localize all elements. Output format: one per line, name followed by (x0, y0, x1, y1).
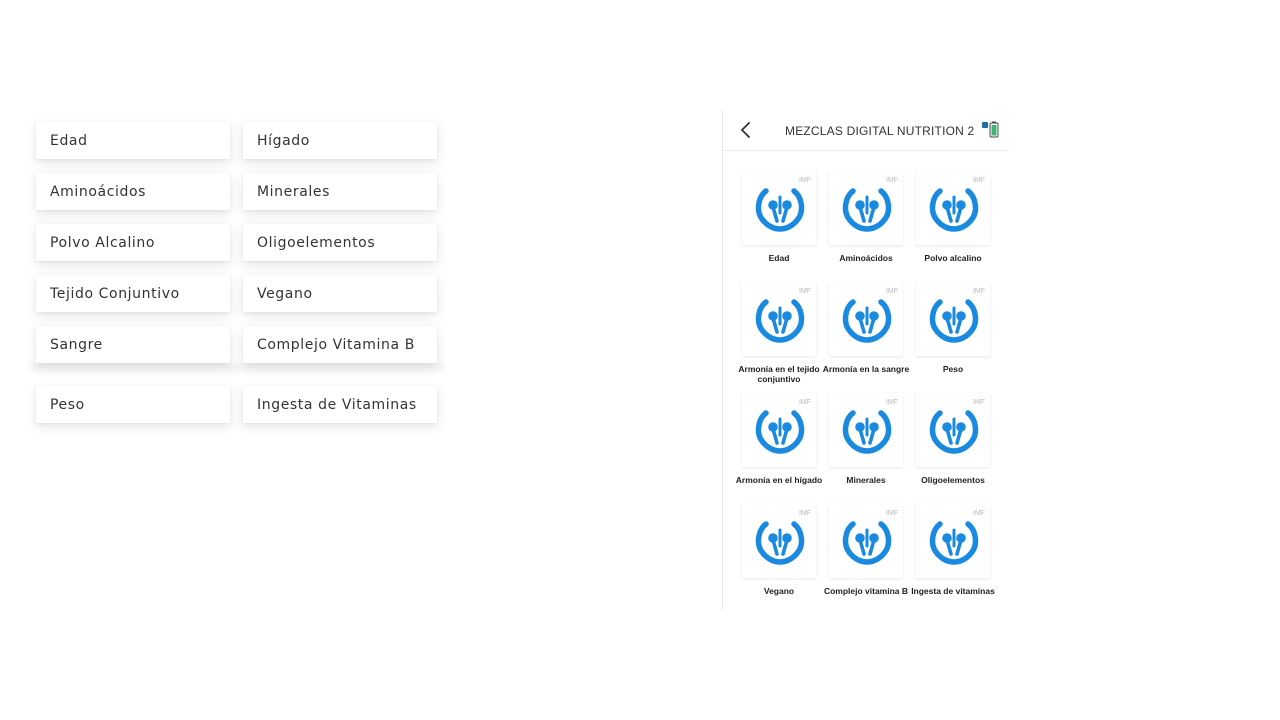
product-card[interactable]: IMF (829, 282, 903, 356)
product-label: Ingesta de vitaminas (911, 586, 995, 596)
battery-icon[interactable] (981, 119, 1001, 139)
product-tile[interactable]: IMF Peso (902, 282, 990, 393)
product-card[interactable]: IMF (742, 504, 816, 578)
product-logo-icon (755, 299, 805, 343)
button-polvo-alcalino[interactable]: Polvo Alcalino (36, 224, 230, 261)
product-logo-icon (755, 521, 805, 565)
app-header: MEZCLAS DIGITAL NUTRITION 2 (723, 110, 1009, 151)
product-tile[interactable]: IMF Oligoelementos (902, 393, 990, 504)
product-card[interactable]: IMF (829, 393, 903, 467)
button-edad[interactable]: Edad (36, 122, 230, 159)
button-complejo-vitamina-b[interactable]: Complejo Vitamina B (243, 326, 437, 363)
product-tile[interactable]: IMF Ingesta de vitaminas (902, 504, 995, 610)
product-logo-icon (842, 410, 892, 454)
product-logo-icon (755, 188, 805, 232)
product-card[interactable]: IMF (916, 171, 990, 245)
product-tile[interactable]: IMF Armonía en el hígado (728, 393, 822, 504)
product-card[interactable]: IMF (916, 282, 990, 356)
button-sangre[interactable]: Sangre (36, 326, 230, 363)
button-minerales[interactable]: Minerales (243, 173, 437, 210)
product-logo-icon (842, 521, 892, 565)
button-oligoelementos[interactable]: Oligoelementos (243, 224, 437, 261)
product-tile[interactable]: IMF Minerales (815, 393, 903, 504)
product-tile[interactable]: IMF Complejo vitamina B (815, 504, 908, 610)
product-logo-icon (929, 410, 979, 454)
divider-shadow (30, 364, 444, 376)
product-card[interactable]: IMF (916, 504, 990, 578)
product-card[interactable]: IMF (742, 393, 816, 467)
button-vegano[interactable]: Vegano (243, 275, 437, 312)
button-higado[interactable]: Hígado (243, 122, 437, 159)
product-card[interactable]: IMF (916, 393, 990, 467)
product-tile[interactable]: IMF Polvo alcalino (902, 171, 990, 282)
product-logo-icon (929, 188, 979, 232)
button-tejido-conjuntivo[interactable]: Tejido Conjuntivo (36, 275, 230, 312)
product-tile[interactable]: IMF Aminoácidos (815, 171, 903, 282)
chevron-left-icon[interactable] (739, 121, 753, 139)
product-logo-icon (842, 188, 892, 232)
product-card[interactable]: IMF (742, 282, 816, 356)
product-label: Peso (942, 364, 964, 374)
product-tile[interactable]: IMF Edad (728, 171, 816, 282)
product-tile[interactable]: IMF Armonía en la sangre (815, 282, 909, 393)
product-card[interactable]: IMF (829, 504, 903, 578)
product-card[interactable]: IMF (829, 171, 903, 245)
page-title: MEZCLAS DIGITAL NUTRITION 2 (785, 124, 975, 138)
button-peso[interactable]: Peso (36, 386, 230, 423)
product-tile[interactable]: IMF Vegano (728, 504, 816, 610)
button-aminoacidos[interactable]: Aminoácidos (36, 173, 230, 210)
product-label: Oligoelementos (921, 475, 985, 485)
product-logo-icon (929, 299, 979, 343)
product-logo-icon (929, 521, 979, 565)
product-tile[interactable]: IMF Armonía en el tejido conjuntivo (728, 282, 820, 393)
button-ingesta-de-vitaminas[interactable]: Ingesta de Vitaminas (243, 386, 437, 423)
product-label: Polvo alcalino (924, 253, 982, 263)
product-card[interactable]: IMF (742, 171, 816, 245)
phone-screen: MEZCLAS DIGITAL NUTRITION 2 IMF Edad IMF Am… (722, 110, 1009, 610)
product-logo-icon (755, 410, 805, 454)
product-logo-icon (842, 299, 892, 343)
